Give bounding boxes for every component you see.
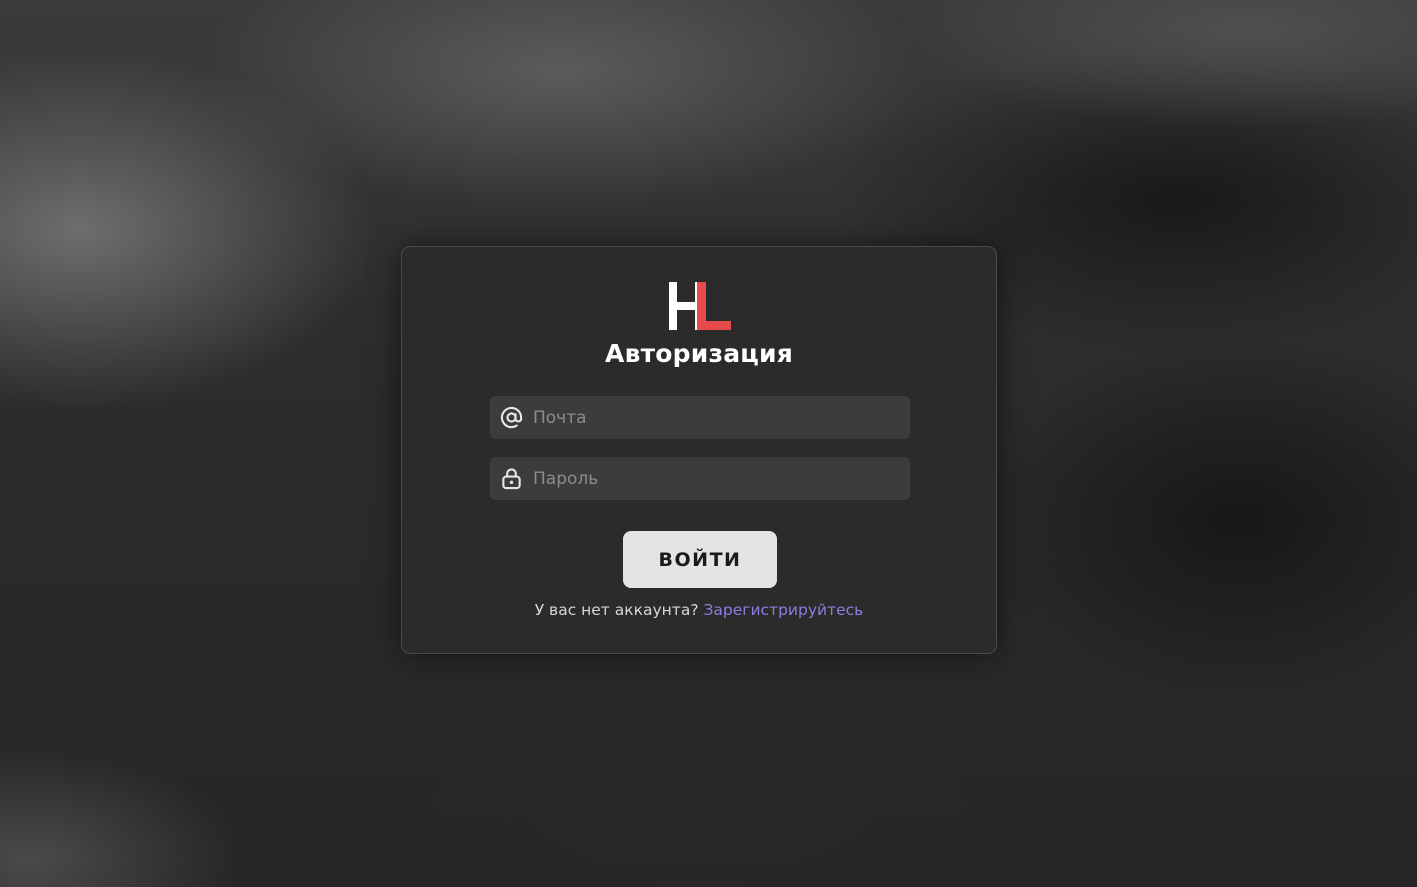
at-sign-icon: [500, 406, 523, 429]
email-field[interactable]: [490, 396, 910, 439]
email-input[interactable]: [533, 396, 903, 439]
password-field[interactable]: [490, 457, 910, 500]
hl-logo: [669, 282, 731, 330]
register-prompt: У вас нет аккаунта? Зарегистрируйтесь: [402, 601, 996, 619]
register-prompt-text: У вас нет аккаунта?: [534, 601, 699, 619]
register-link[interactable]: Зарегистрируйтесь: [704, 601, 864, 619]
password-input[interactable]: [533, 457, 903, 500]
page-title: Авторизация: [605, 339, 793, 368]
login-card: Авторизация ВОЙТИ У вас нет аккаунта? За…: [401, 246, 997, 654]
lock-icon: [502, 468, 521, 490]
login-button[interactable]: ВОЙТИ: [623, 531, 777, 588]
